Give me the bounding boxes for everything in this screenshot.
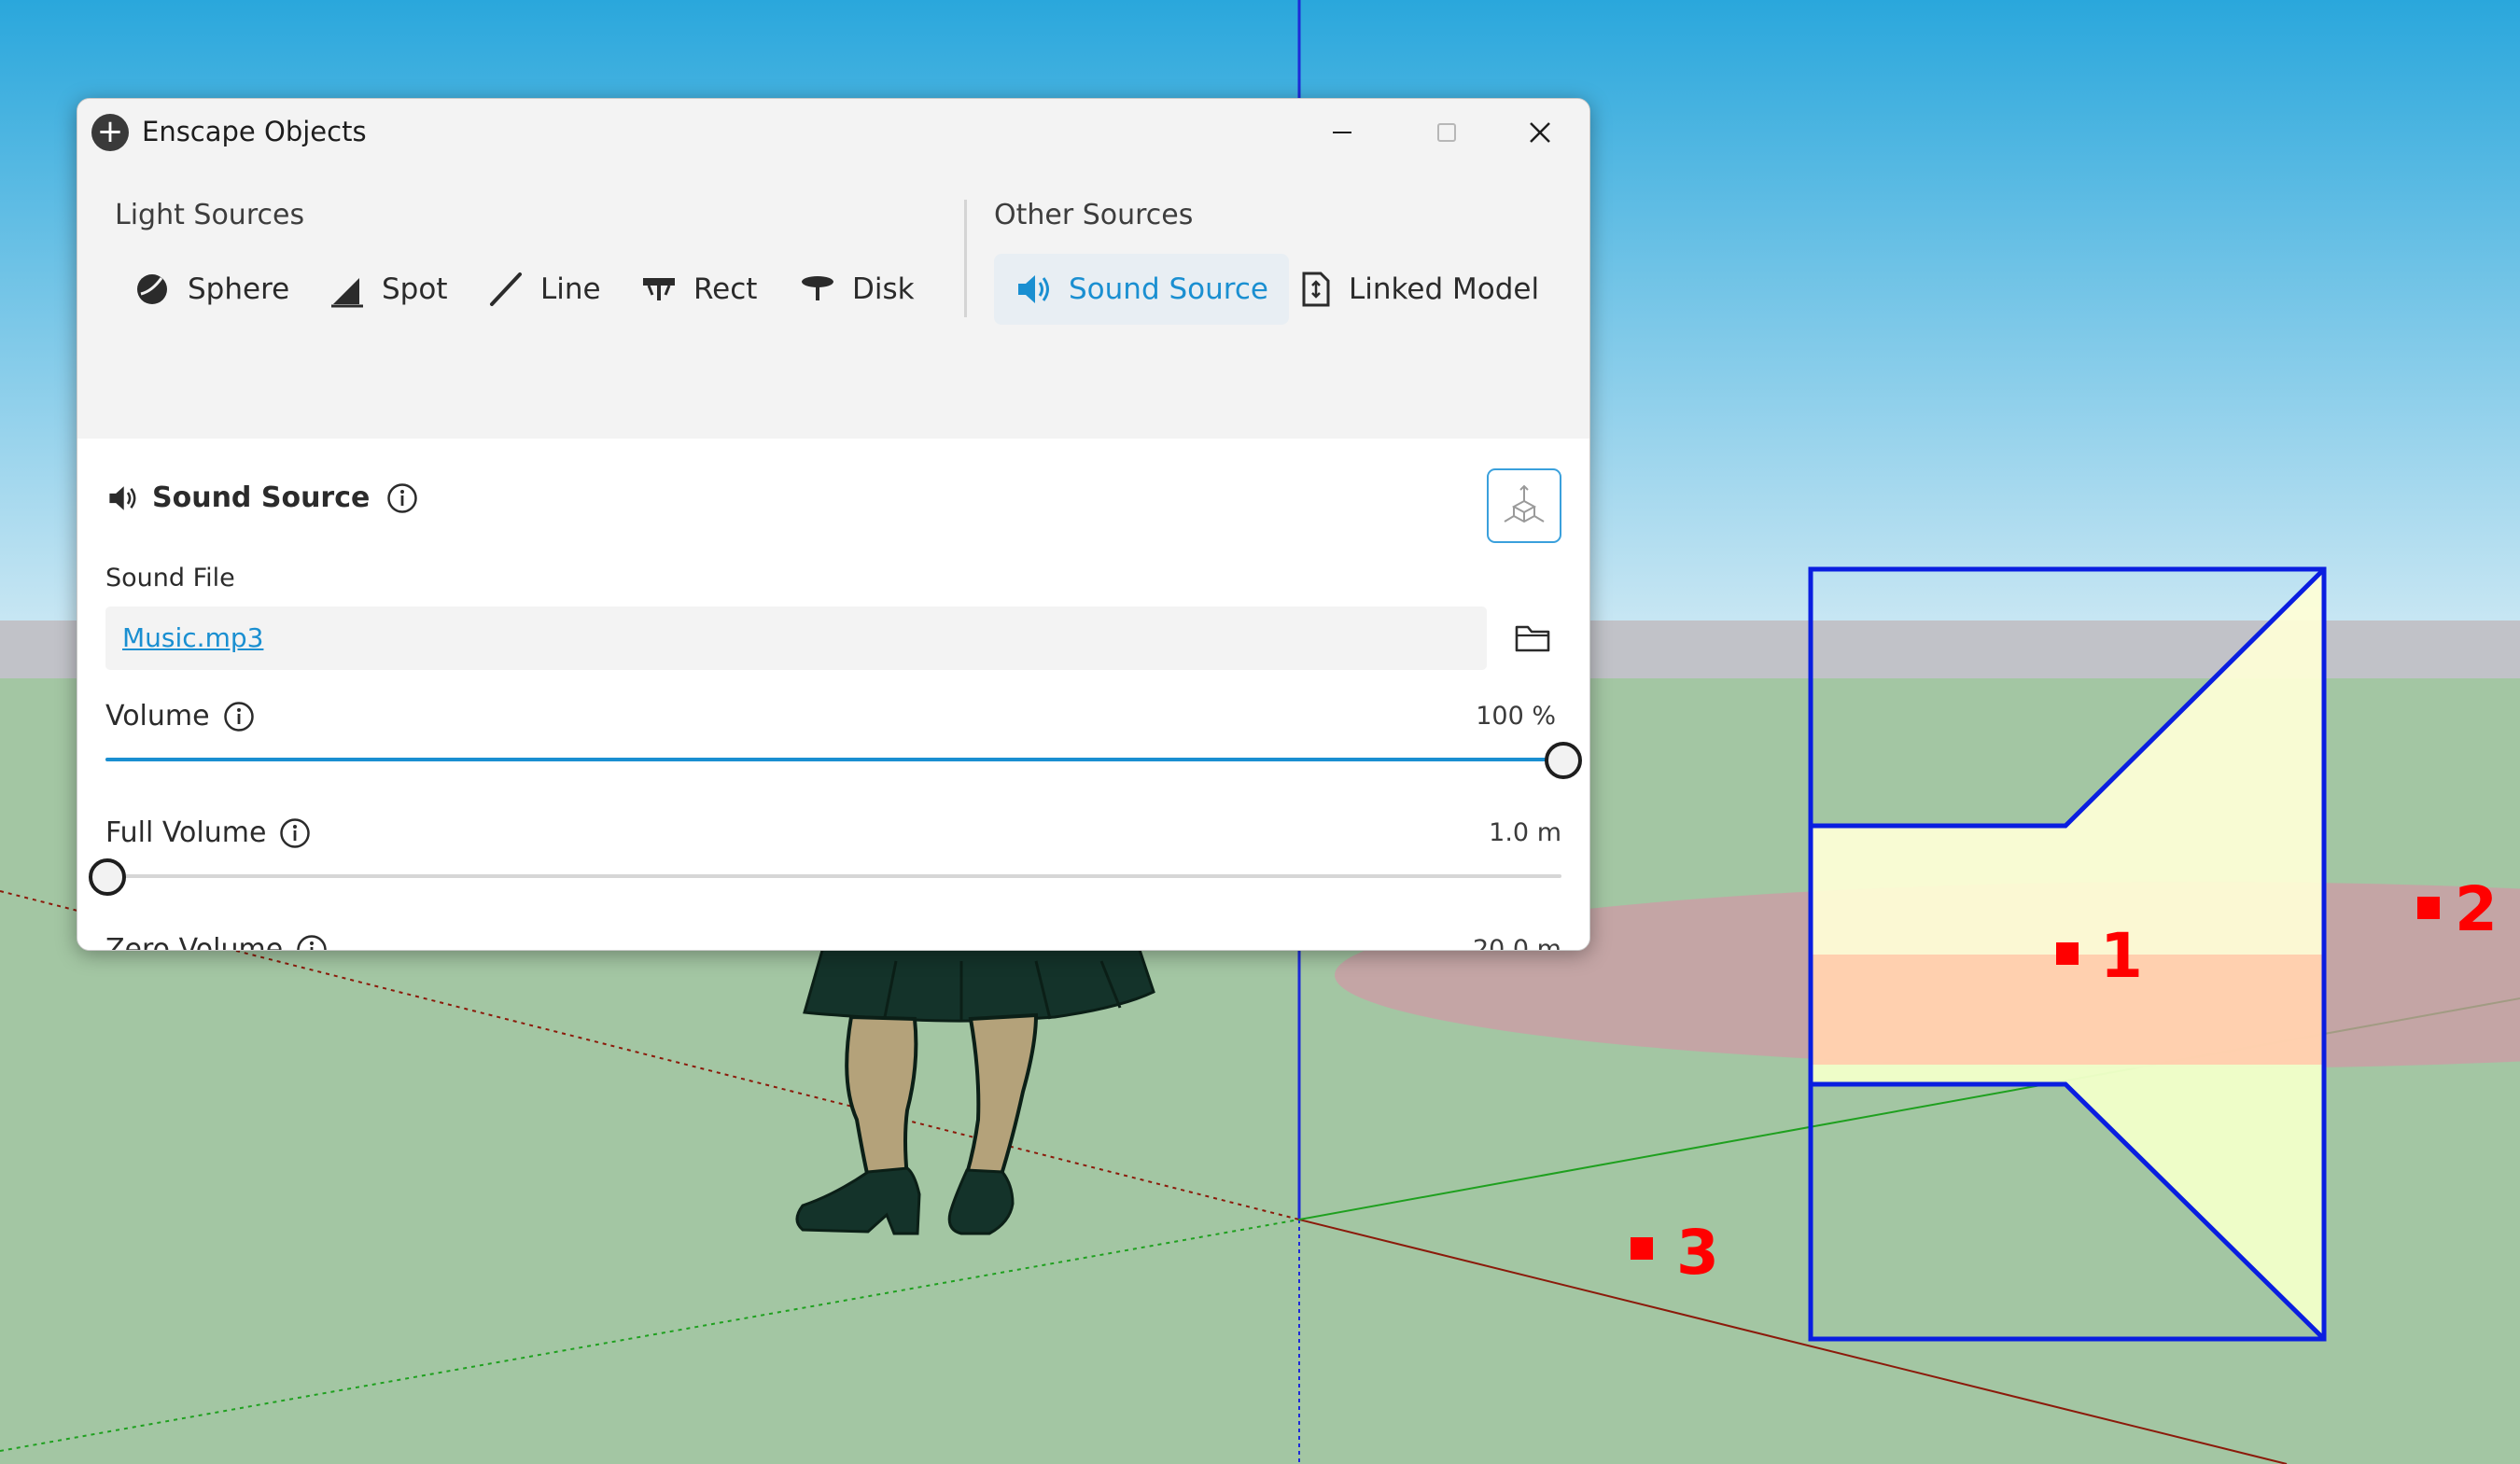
full-volume-label: Full Volume	[105, 816, 267, 849]
browse-folder-button[interactable]	[1505, 611, 1560, 665]
panel-heading: Sound Source	[105, 481, 418, 514]
volume-slider-thumb[interactable]	[1545, 742, 1582, 779]
close-button[interactable]	[1489, 99, 1589, 166]
line-button[interactable]: Line	[488, 254, 601, 325]
info-icon[interactable]	[386, 482, 418, 514]
volume-label: Volume	[105, 700, 210, 732]
volume-label-group: Volume	[105, 700, 255, 732]
light-sources-label: Light Sources	[115, 199, 305, 231]
sound-source-button[interactable]: Sound Source	[994, 254, 1289, 325]
title-bar[interactable]: + Enscape Objects	[77, 99, 1589, 166]
place-object-button[interactable]	[1487, 468, 1561, 543]
line-label: Line	[540, 272, 601, 306]
linked-model-button[interactable]: Linked Model	[1300, 254, 1539, 325]
sound-source-label: Sound Source	[1069, 272, 1268, 306]
volume-slider-fill	[105, 758, 1561, 761]
sound-file-link[interactable]: Music.mp3	[122, 622, 263, 653]
volume-value: 100 %	[1476, 702, 1556, 731]
marker-3-label: 3	[1676, 1217, 1719, 1289]
speaker-icon	[109, 485, 136, 510]
info-icon[interactable]	[296, 934, 328, 952]
place-cube-icon	[1504, 484, 1545, 523]
properties-panel: Sound Source Sound File Music.mp3 Volume…	[77, 439, 1589, 950]
sphere-label: Sphere	[188, 272, 290, 306]
full-volume-label-group: Full Volume	[105, 816, 311, 849]
full-volume-slider-thumb[interactable]	[89, 858, 126, 896]
spot-button[interactable]: Spot	[329, 254, 447, 325]
object-toolbar: Light Sources Other Sources Sphere Spot …	[77, 166, 1589, 439]
zero-volume-slider-row: Zero Volume 20.0 m	[105, 933, 1561, 952]
minimize-button[interactable]	[1291, 99, 1393, 166]
marker-1-label: 1	[2100, 920, 2143, 992]
folder-icon	[1515, 625, 1550, 652]
minimize-icon	[1333, 132, 1351, 133]
info-icon[interactable]	[223, 701, 255, 732]
full-volume-slider[interactable]	[89, 858, 1561, 896]
toolbar-separator	[964, 200, 967, 317]
window-title: Enscape Objects	[142, 116, 367, 147]
zero-volume-value: 20.0 m	[1472, 935, 1561, 951]
linked-model-icon	[1302, 272, 1330, 307]
rect-light-icon	[643, 278, 675, 300]
volume-slider-row: Volume 100 %	[105, 700, 1582, 779]
disk-button[interactable]: Disk	[800, 254, 915, 325]
linked-model-label: Linked Model	[1349, 272, 1540, 306]
info-icon[interactable]	[279, 817, 311, 849]
other-sources-label: Other Sources	[994, 199, 1194, 231]
zero-volume-label: Zero Volume	[105, 933, 284, 951]
sphere-light-icon	[137, 274, 167, 304]
spot-label: Spot	[382, 272, 448, 306]
maximize-button[interactable]	[1395, 99, 1498, 166]
full-volume-slider-row: Full Volume 1.0 m	[89, 816, 1561, 896]
rect-button[interactable]: Rect	[641, 254, 757, 325]
panel-heading-text: Sound Source	[152, 481, 371, 514]
line-light-icon	[490, 272, 522, 306]
spot-light-icon	[331, 278, 363, 308]
zero-volume-label-group: Zero Volume	[105, 933, 328, 952]
disk-light-icon	[802, 276, 833, 300]
add-icon: +	[91, 114, 129, 151]
enscape-objects-dialog: + Enscape Objects Light Sources Other So…	[77, 98, 1590, 951]
rect-label: Rect	[693, 272, 758, 306]
marker-3-dot	[1631, 1237, 1653, 1260]
marker-1-dot	[2056, 942, 2079, 965]
speaker-icon	[1018, 275, 1049, 303]
maximize-icon	[1437, 123, 1456, 142]
close-icon	[1530, 122, 1550, 143]
sound-file-field[interactable]: Music.mp3	[105, 607, 1487, 670]
sphere-button[interactable]: Sphere	[133, 254, 289, 325]
marker-2-dot	[2417, 897, 2440, 919]
full-volume-value: 1.0 m	[1489, 818, 1561, 847]
disk-label: Disk	[852, 272, 915, 306]
volume-slider[interactable]	[105, 742, 1582, 779]
sound-file-label: Sound File	[105, 564, 235, 593]
marker-2-label: 2	[2455, 873, 2498, 945]
